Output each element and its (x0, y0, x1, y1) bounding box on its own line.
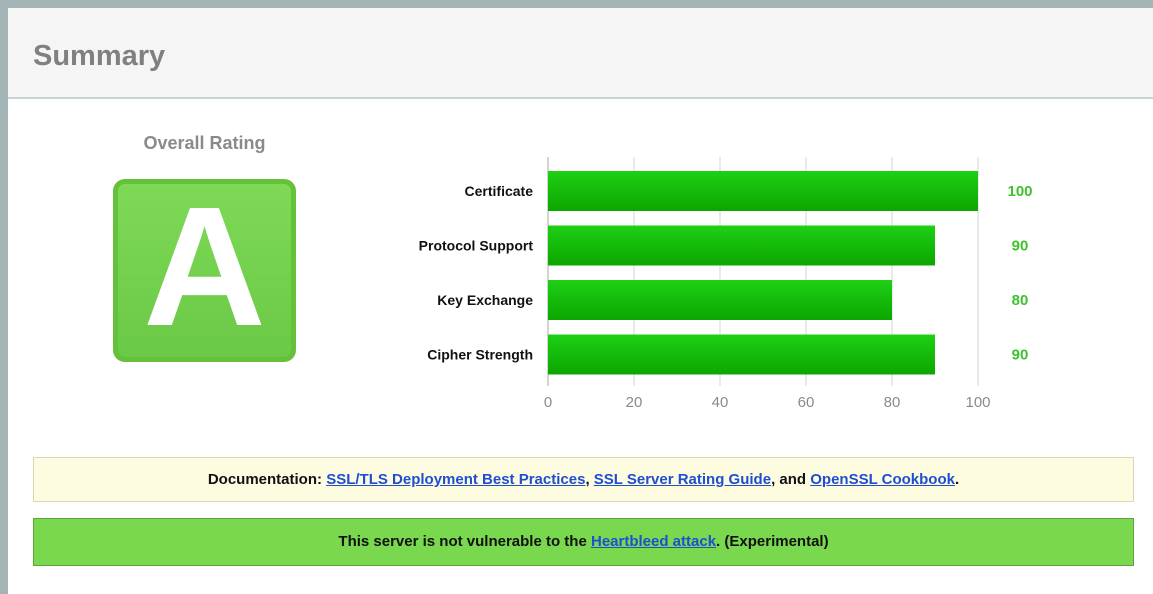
x-tick-label: 80 (884, 394, 901, 411)
documentation-separator-2: , and (771, 471, 811, 488)
x-tick-label: 100 (965, 394, 990, 411)
bar (548, 171, 978, 211)
x-tick-label: 0 (544, 394, 552, 411)
value-label: 90 (1012, 238, 1029, 255)
category-label: Cipher Strength (427, 347, 533, 363)
documentation-suffix: . (954, 471, 960, 488)
value-label: 100 (1007, 183, 1032, 200)
heartbleed-attack-link[interactable]: Heartbleed attack (591, 533, 716, 550)
deployment-best-practices-link[interactable]: SSL/TLS Deployment Best Practices (326, 471, 585, 488)
openssl-cookbook-link[interactable]: OpenSSL Cookbook (810, 471, 955, 488)
x-tick-label: 40 (712, 394, 729, 411)
heartbleed-prefix: This server is not vulnerable to the (338, 533, 591, 550)
heartbleed-suffix: . (Experimental) (716, 533, 829, 550)
documentation-separator-1: , (585, 471, 594, 488)
value-label: 90 (1012, 347, 1029, 364)
category-label: Protocol Support (419, 238, 534, 254)
documentation-prefix: Documentation: (207, 471, 327, 488)
bar (548, 225, 935, 266)
category-label: Key Exchange (437, 292, 533, 308)
documentation-banner: Documentation: SSL/TLS Deployment Best P… (33, 457, 1134, 502)
rating-guide-link[interactable]: SSL Server Rating Guide (594, 471, 771, 488)
heartbleed-banner: This server is not vulnerable to the Hea… (33, 518, 1134, 566)
x-tick-label: 60 (798, 394, 815, 411)
bar (548, 280, 892, 320)
category-label: Certificate (465, 183, 534, 199)
x-tick-label: 20 (626, 394, 643, 411)
bar (548, 334, 935, 375)
score-chart: 0 20 40 60 80 100 Certificate 100 Protocol Suppo… (419, 157, 1033, 411)
value-label: 80 (1012, 292, 1029, 309)
